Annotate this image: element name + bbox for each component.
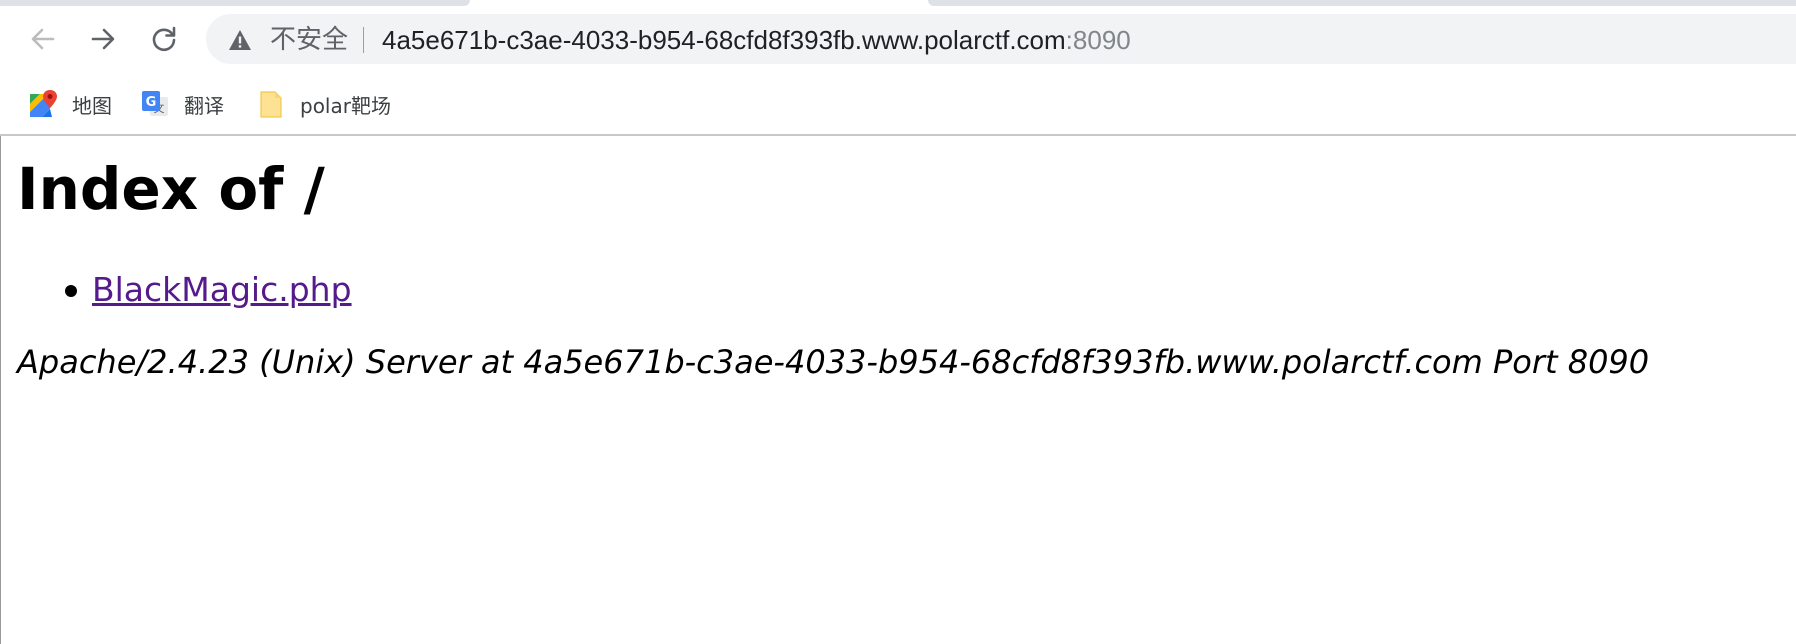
bookmark-label: polar靶场 bbox=[300, 93, 391, 118]
list-bullet bbox=[65, 285, 77, 297]
url-port: :8090 bbox=[1065, 25, 1131, 55]
page-title: Index of / bbox=[17, 155, 325, 223]
page-content: Index of / BlackMagic.php Apache/2.4.23 … bbox=[0, 136, 1796, 644]
back-button[interactable] bbox=[25, 21, 61, 57]
omnibox-divider bbox=[363, 27, 364, 53]
bookmark-maps[interactable]: 地图 bbox=[28, 86, 112, 122]
reload-icon bbox=[152, 26, 176, 52]
google-translate-icon: 文 G bbox=[142, 91, 168, 116]
svg-text:G: G bbox=[146, 95, 157, 110]
forward-arrow-icon bbox=[91, 28, 115, 50]
forward-button[interactable] bbox=[85, 21, 121, 57]
server-signature: Apache/2.4.23 (Unix) Server at 4a5e671b-… bbox=[17, 343, 1650, 381]
browser-toolbar: 不安全 4a5e671b-c3ae-4033-b954-68cfd8f393fb… bbox=[0, 6, 1796, 78]
bookmark-folder-polar[interactable]: polar靶场 bbox=[256, 86, 391, 122]
url-text[interactable]: 4a5e671b-c3ae-4033-b954-68cfd8f393fb.www… bbox=[382, 25, 1131, 55]
bookmark-label: 地图 bbox=[72, 93, 112, 118]
google-maps-icon bbox=[30, 90, 57, 117]
bookmark-label: 翻译 bbox=[184, 93, 224, 118]
bookmarks-bar: 地图 文 G 翻译 polar靶场 bbox=[0, 78, 1796, 134]
security-status-label[interactable]: 不安全 bbox=[270, 25, 348, 55]
folder-icon bbox=[260, 91, 282, 118]
file-link-blackmagic[interactable]: BlackMagic.php bbox=[92, 270, 352, 310]
back-arrow-icon bbox=[31, 28, 55, 50]
reload-button[interactable] bbox=[146, 21, 182, 57]
warning-triangle-icon[interactable] bbox=[228, 29, 252, 51]
address-bar[interactable]: 不安全 4a5e671b-c3ae-4033-b954-68cfd8f393fb… bbox=[206, 14, 1796, 64]
bookmark-translate[interactable]: 文 G 翻译 bbox=[140, 86, 224, 122]
url-host: 4a5e671b-c3ae-4033-b954-68cfd8f393fb.www… bbox=[382, 25, 1066, 55]
